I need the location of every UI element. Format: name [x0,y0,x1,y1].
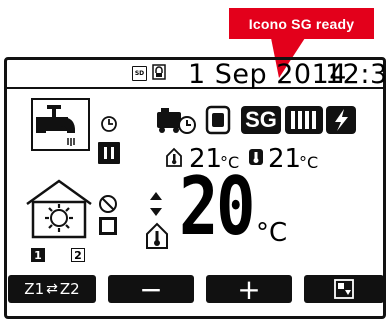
compressor-timer-icon [157,108,196,134]
plus-button[interactable]: + [206,272,292,306]
tank-temp-value: 21 [268,144,302,174]
tank-temp-unit: °C [299,153,319,172]
sg-ready-icon: SG [241,106,281,134]
stop-icon [99,217,117,235]
sun-house-icon[interactable] [24,178,94,240]
zone-switch-button[interactable]: Z1 ⇄ Z2 [8,275,96,303]
menu-button[interactable] [304,275,384,303]
zone-2-indicator[interactable]: 2 [71,248,85,262]
zone-1-indicator[interactable]: 1 [31,248,45,262]
prohibited-icon [99,195,117,213]
target-temp-value: 20 [179,160,256,253]
zone-to-label: Z2 [59,280,80,298]
clock-icon [101,116,117,132]
date-display: 1 Sep 2014 [188,59,347,90]
plus-label: + [237,272,261,306]
hot-water-box[interactable] [31,98,90,151]
lightning-icon [326,106,356,134]
target-room-icon [146,222,168,249]
minus-label: − [139,272,163,306]
sd-card-icon: SD [132,66,147,81]
faucet-icon [36,105,75,146]
zone-from-label: Z1 [24,280,45,298]
sg-ready-callout: Icono SG ready [229,8,374,39]
heater-bars-icon [285,106,323,134]
target-temp-unit: °C [256,218,288,248]
time-display: 12:30 [325,59,389,90]
pause-icon [98,142,120,164]
screen-select-icon [334,279,354,299]
swap-arrow-icon: ⇄ [46,281,58,297]
tank-icon [205,105,231,135]
lock-icon [152,64,166,80]
up-down-arrows-icon [150,192,162,216]
minus-button[interactable]: − [108,272,194,306]
